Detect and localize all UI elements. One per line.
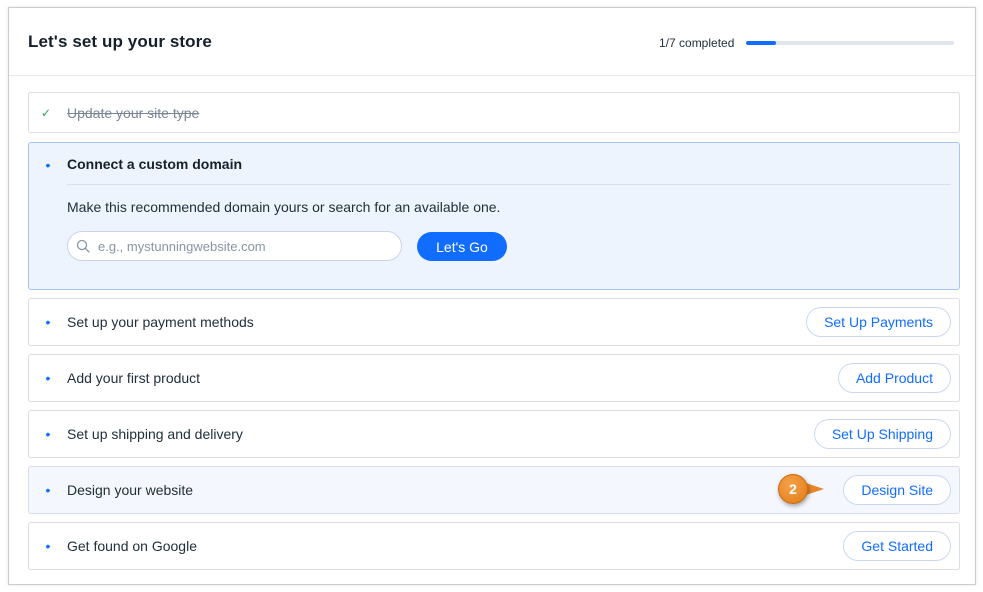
- progress-bar-fill: [746, 41, 776, 45]
- set-up-payments-button[interactable]: Set Up Payments: [806, 307, 951, 337]
- step-title: Connect a custom domain: [67, 156, 243, 172]
- step-payment-methods: • Set up your payment methods Set Up Pay…: [28, 298, 960, 346]
- step-connect-domain: • Connect a custom domain Make this reco…: [28, 142, 960, 290]
- bullet-icon: •: [45, 370, 51, 386]
- progress-text: 1/7 completed: [659, 36, 735, 50]
- step-label: Design your website: [67, 482, 194, 498]
- callout-number: 2: [778, 474, 808, 504]
- setup-card: Let's set up your store 1/7 completed ✓ …: [8, 7, 976, 585]
- add-product-button[interactable]: Add Product: [837, 363, 951, 393]
- checkmark-icon: ✓: [41, 106, 52, 120]
- step-shipping-delivery: • Set up shipping and delivery Set Up Sh…: [28, 410, 960, 458]
- bullet-icon: •: [45, 314, 51, 330]
- page-title: Let's set up your store: [28, 32, 212, 51]
- get-started-button[interactable]: Get Started: [843, 531, 951, 561]
- lets-go-button[interactable]: Let's Go: [417, 232, 507, 261]
- set-up-shipping-button[interactable]: Set Up Shipping: [813, 419, 951, 449]
- bullet-icon: •: [45, 482, 51, 498]
- header-divider: [9, 75, 975, 76]
- callout-arrow-icon: [806, 483, 824, 495]
- step-update-site-type[interactable]: ✓ Update your site type: [28, 92, 960, 133]
- search-icon: [76, 239, 90, 253]
- domain-search-box[interactable]: [67, 231, 402, 261]
- step-google-seo: • Get found on Google Get Started: [28, 522, 960, 570]
- bullet-icon: •: [45, 538, 51, 554]
- design-site-button[interactable]: Design Site: [843, 475, 951, 505]
- step-label: Set up your payment methods: [67, 314, 254, 330]
- step-label: Update your site type: [67, 105, 200, 121]
- step-description: Make this recommended domain yours or se…: [67, 199, 501, 215]
- progress-bar: [746, 41, 954, 45]
- callout-marker: 2: [778, 474, 828, 504]
- step-label: Set up shipping and delivery: [67, 426, 243, 442]
- step-add-product: • Add your first product Add Product: [28, 354, 960, 402]
- step-label: Get found on Google: [67, 538, 197, 554]
- step-divider: [67, 184, 951, 185]
- domain-search-input[interactable]: [98, 232, 393, 260]
- bullet-icon: •: [45, 157, 51, 173]
- step-label: Add your first product: [67, 370, 201, 386]
- bullet-icon: •: [45, 426, 51, 442]
